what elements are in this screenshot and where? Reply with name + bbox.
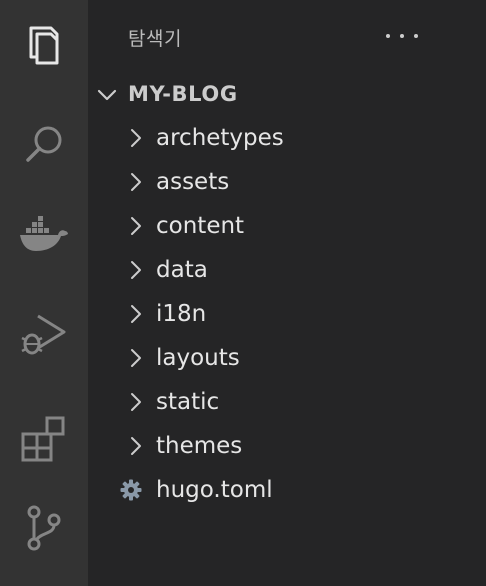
activity-explorer[interactable] bbox=[0, 2, 88, 90]
chevron-down-icon bbox=[97, 89, 117, 101]
search-icon bbox=[26, 126, 62, 162]
gear-icon bbox=[120, 479, 142, 501]
tree-item-data[interactable]: data bbox=[88, 250, 486, 290]
tree-item-label: layouts bbox=[156, 345, 240, 371]
workspace-folder-row[interactable]: MY-BLOG bbox=[88, 78, 486, 110]
tree-item-static[interactable]: static bbox=[88, 382, 486, 422]
activity-docker[interactable] bbox=[0, 190, 88, 278]
activity-bar bbox=[0, 0, 88, 586]
tree-item-label: i18n bbox=[156, 301, 207, 327]
tree-item-label: archetypes bbox=[156, 125, 284, 151]
source-control-icon bbox=[27, 505, 61, 551]
tree-item-i18n[interactable]: i18n bbox=[88, 294, 486, 334]
chevron-right-icon bbox=[131, 129, 141, 147]
tree-item-assets[interactable]: assets bbox=[88, 162, 486, 202]
explorer-title: 탐색기 bbox=[128, 28, 182, 50]
chevron-right-icon bbox=[131, 349, 141, 367]
activity-search[interactable] bbox=[0, 101, 88, 189]
chevron-right-icon bbox=[131, 173, 141, 191]
tree-item-label: themes bbox=[156, 433, 243, 459]
run-debug-icon bbox=[21, 314, 66, 355]
tree-item-hugo-toml[interactable]: hugo.toml bbox=[88, 470, 486, 510]
vscode-window: 탐색기 MY-BLOG archetypes assets content da… bbox=[0, 0, 486, 586]
chevron-right-icon bbox=[131, 437, 141, 455]
tree-item-archetypes[interactable]: archetypes bbox=[88, 118, 486, 158]
extensions-icon bbox=[21, 416, 65, 462]
chevron-right-icon bbox=[131, 393, 141, 411]
tree-item-label: data bbox=[156, 257, 208, 283]
activity-source-control[interactable] bbox=[0, 484, 88, 572]
explorer-sidebar: 탐색기 MY-BLOG archetypes assets content da… bbox=[88, 0, 486, 586]
tree-item-layouts[interactable]: layouts bbox=[88, 338, 486, 378]
tree-item-themes[interactable]: themes bbox=[88, 426, 486, 466]
chevron-right-icon bbox=[131, 305, 141, 323]
tree-item-label: assets bbox=[156, 169, 230, 195]
tree-item-label: hugo.toml bbox=[156, 477, 273, 503]
chevron-right-icon bbox=[131, 261, 141, 279]
tree-item-label: content bbox=[156, 213, 245, 239]
activity-run-debug[interactable] bbox=[0, 290, 88, 378]
tree-item-label: static bbox=[156, 389, 220, 415]
activity-extensions[interactable] bbox=[0, 392, 88, 480]
explorer-header: 탐색기 bbox=[88, 0, 486, 78]
tree-item-content[interactable]: content bbox=[88, 206, 486, 246]
ellipsis-icon[interactable] bbox=[386, 26, 418, 46]
files-icon bbox=[29, 26, 59, 65]
chevron-right-icon bbox=[131, 217, 141, 235]
workspace-folder-name: MY-BLOG bbox=[128, 82, 238, 106]
docker-icon bbox=[20, 216, 68, 251]
